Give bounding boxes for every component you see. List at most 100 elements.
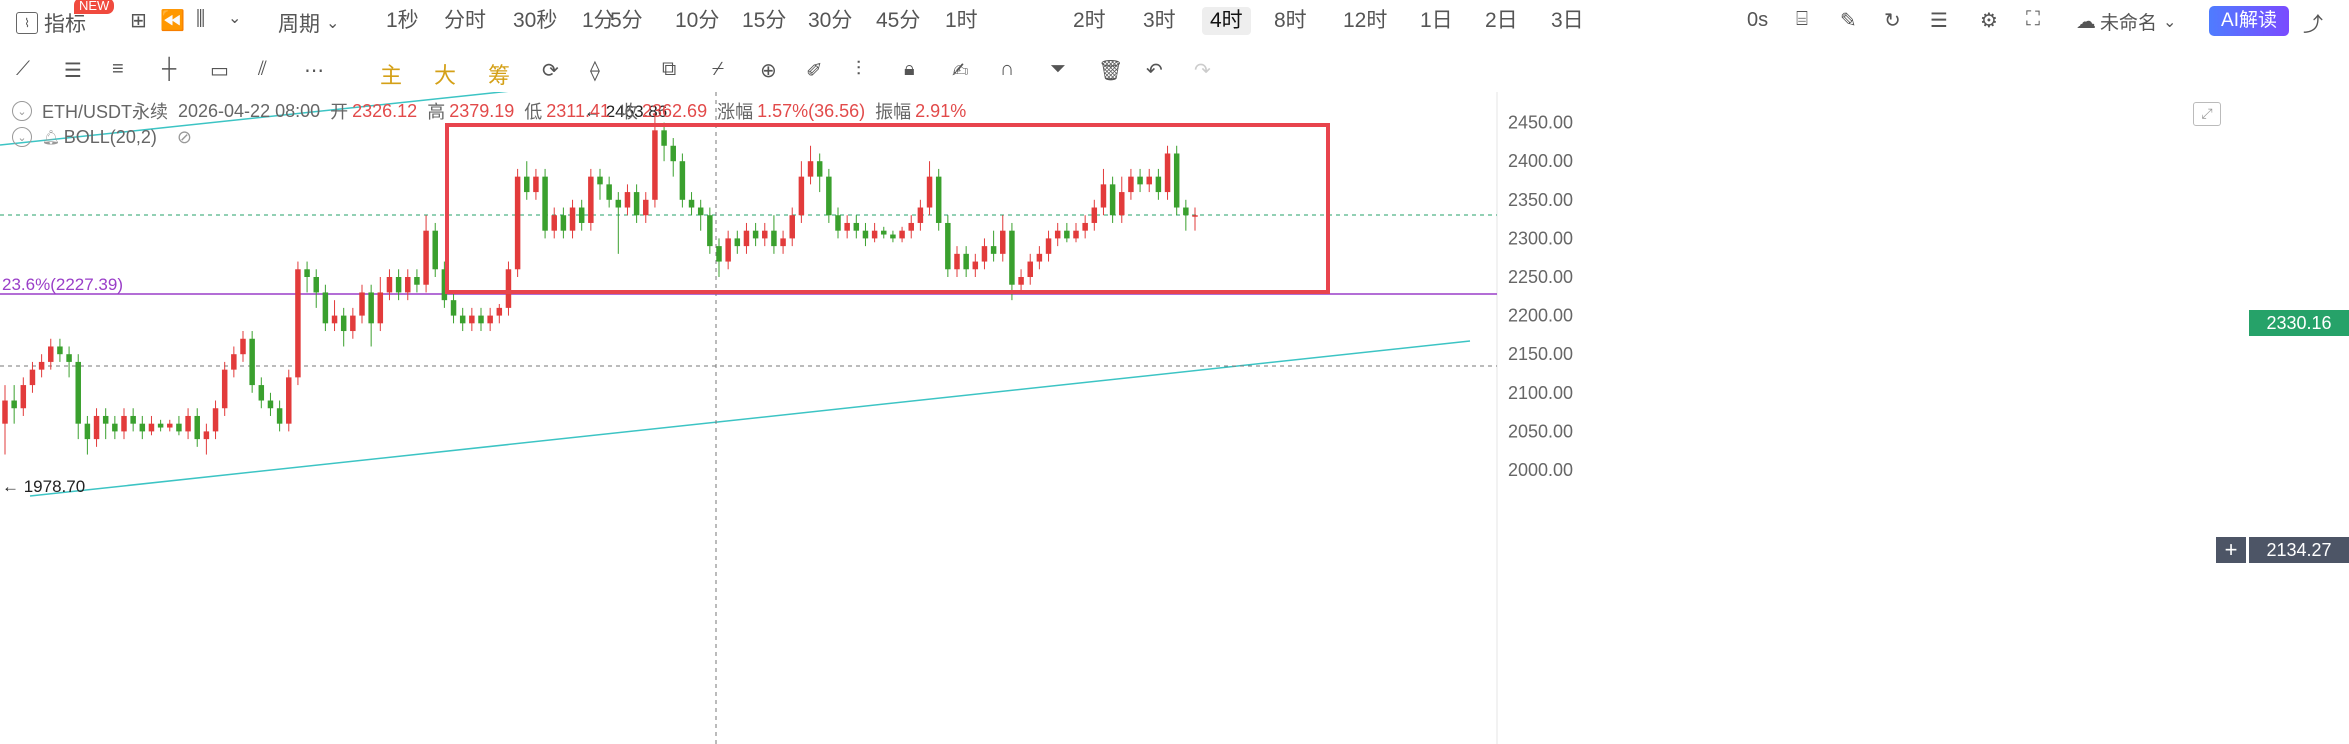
rectangle-icon[interactable]: ▭ xyxy=(210,58,229,83)
period-tab-15[interactable]: 1日 xyxy=(1412,7,1461,35)
camera-icon[interactable]: ⌸ xyxy=(1796,8,1808,31)
candle-body xyxy=(350,315,356,332)
candle-body xyxy=(29,369,36,386)
period-tab-17[interactable]: 3日 xyxy=(1543,7,1592,35)
period-tab-16[interactable]: 2日 xyxy=(1477,7,1526,35)
candle-body xyxy=(514,176,521,270)
period-tab-4[interactable]: 5分 xyxy=(602,7,651,35)
period-tab-12[interactable]: 4时 xyxy=(1202,7,1251,35)
undo-icon[interactable]: ↶ xyxy=(1146,58,1163,83)
collapse-icon[interactable]: ⌄ xyxy=(12,127,32,147)
candle-body xyxy=(908,222,914,231)
candle-body xyxy=(121,415,127,432)
candle-body xyxy=(359,292,365,316)
period-tab-14[interactable]: 12时 xyxy=(1335,7,1395,35)
candle-body xyxy=(84,423,91,440)
ruler-icon[interactable]: ⌿ xyxy=(712,58,724,81)
candle-body xyxy=(48,346,54,362)
layout-selector[interactable]: ☁ 未命名 ⌄ xyxy=(2076,8,2176,35)
candle-body xyxy=(322,292,329,324)
candle-body xyxy=(331,315,338,324)
candle-type-icon[interactable]: ⫼ xyxy=(196,8,205,31)
parallel-lines-icon[interactable]: ☰ xyxy=(64,58,82,83)
ai-interpret-button[interactable]: AI解读 xyxy=(2209,6,2289,36)
period-tab-7[interactable]: 30分 xyxy=(800,7,860,35)
trendline-icon[interactable]: ⟋ xyxy=(16,58,30,81)
candle-body xyxy=(533,176,539,193)
y-tick-label: 2350.00 xyxy=(1508,190,1573,210)
y-tick-label: 2500.00 xyxy=(1508,92,1573,94)
trash-icon[interactable]: 🗑︎ xyxy=(1098,58,1123,83)
bell-icon[interactable]: 🔔︎ xyxy=(42,129,60,146)
period-tab-0[interactable]: 1秒 xyxy=(378,7,427,35)
filter-icon[interactable]: ⏷ xyxy=(1050,58,1066,81)
candle-body xyxy=(862,230,869,239)
channel-lower-line xyxy=(29,340,1471,497)
brush-icon[interactable]: ✐ xyxy=(806,58,823,83)
replay-icon[interactable]: ↻ xyxy=(1884,8,1901,33)
period-tab-5[interactable]: 10分 xyxy=(667,7,727,35)
horizontal-lines-icon[interactable]: ≡ xyxy=(112,58,124,81)
sync-icon[interactable]: ⟳ xyxy=(542,58,559,83)
period-tab-6[interactable]: 15分 xyxy=(734,7,794,35)
candle-body xyxy=(725,238,731,262)
candle-body xyxy=(176,423,182,432)
big-button[interactable]: 大 xyxy=(434,58,456,90)
candle-body xyxy=(286,377,292,424)
candle-body xyxy=(963,253,969,270)
copy-icon[interactable]: ⧉ xyxy=(662,58,676,81)
candle-body xyxy=(771,230,777,247)
expand-icon[interactable]: ⤢ xyxy=(2193,102,2221,126)
fullscreen-icon[interactable]: ⛶ xyxy=(2026,8,2040,31)
candle-body xyxy=(560,215,567,231)
candle-body xyxy=(1027,261,1033,277)
grid-icon[interactable]: ⊞ xyxy=(130,8,147,33)
period-tab-13[interactable]: 8时 xyxy=(1266,7,1315,35)
period-tab-9[interactable]: 1时 xyxy=(937,7,986,35)
y-tick-label: 2150.00 xyxy=(1508,344,1573,364)
candles-icon[interactable]: ⫶ xyxy=(856,58,861,81)
measure-icon[interactable]: ⟠ xyxy=(590,58,600,83)
share-icon[interactable]: ⤴ xyxy=(2303,8,2323,37)
more-icon[interactable]: ⋯ xyxy=(304,58,324,83)
fib-icon[interactable]: ⫽ xyxy=(258,58,267,81)
amplitude-value: 2.91% xyxy=(915,100,967,121)
candle-body xyxy=(899,230,905,239)
rewind-icon[interactable]: ⏪ xyxy=(160,8,185,33)
candle-body xyxy=(917,207,924,223)
y-tick-label: 2100.00 xyxy=(1508,383,1573,403)
period-tab-1[interactable]: 分时 xyxy=(436,7,494,35)
candle-body xyxy=(478,315,484,324)
candle-body xyxy=(414,277,420,285)
add-alert-icon[interactable]: + xyxy=(2216,537,2246,563)
edit-icon[interactable]: ✍ xyxy=(952,58,969,83)
lock-icon[interactable]: 🔒︎ xyxy=(904,58,915,81)
candle-body xyxy=(1082,222,1088,231)
list-icon[interactable]: ☰ xyxy=(1930,8,1948,33)
chip-button[interactable]: 筹 xyxy=(488,58,510,90)
magnet-icon[interactable]: ∩ xyxy=(1000,58,1014,81)
candlestick-chart[interactable]: 2500.00 2450.00 2400.00 2350.00 2300.00 2250.… xyxy=(0,92,2349,744)
period-tab-10[interactable]: 2时 xyxy=(1065,7,1114,35)
candle-body xyxy=(734,238,741,247)
main-chart-button[interactable]: 主 xyxy=(380,58,402,90)
candle-body xyxy=(20,385,27,409)
eye-off-icon[interactable]: ⊘ xyxy=(177,127,192,148)
period-button[interactable]: 周期 ⌄ xyxy=(278,8,339,38)
settings-icon[interactable]: ⚙ xyxy=(1980,8,1998,33)
redo-icon[interactable]: ↷ xyxy=(1194,58,1211,83)
zoom-in-icon[interactable]: ⊕ xyxy=(760,58,777,83)
period-tab-8[interactable]: 45分 xyxy=(868,7,928,35)
candle-body xyxy=(1137,176,1143,185)
collapse-icon[interactable]: ⌄ xyxy=(12,101,32,121)
candle-body xyxy=(1173,153,1180,208)
y-tick-label: 2450.00 xyxy=(1508,113,1573,133)
pen-icon[interactable]: ✎ xyxy=(1840,8,1857,33)
period-tab-11[interactable]: 3时 xyxy=(1135,7,1184,35)
period-tab-2[interactable]: 30秒 xyxy=(505,7,565,35)
candle-body xyxy=(844,222,850,231)
high-value: 2379.19 xyxy=(449,100,515,121)
candle-body xyxy=(267,400,274,409)
horizontal-ray-icon[interactable]: ┼ xyxy=(162,58,176,81)
chevron-down-icon[interactable]: ⌄ xyxy=(228,8,241,28)
